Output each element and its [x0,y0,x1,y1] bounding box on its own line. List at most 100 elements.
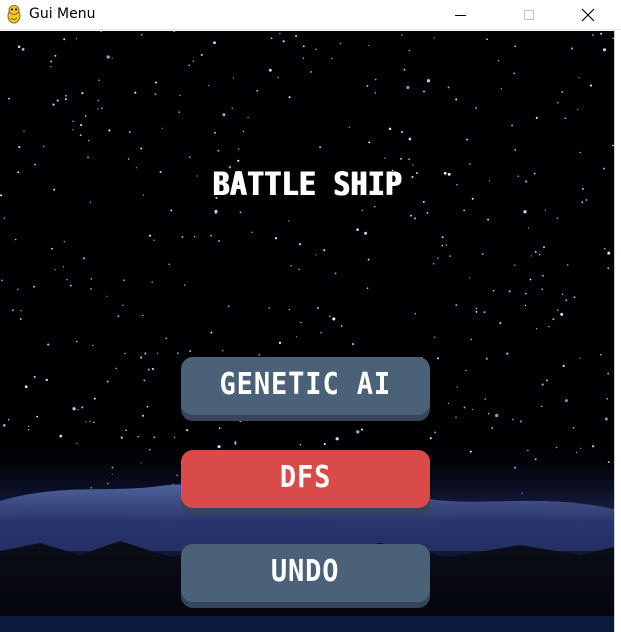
undo-label: UNDO [271,554,340,589]
star [465,138,468,141]
star [237,159,240,162]
star [495,413,499,418]
star [534,250,537,253]
minimize-button[interactable] [437,0,483,30]
star [335,437,339,441]
star [270,37,273,40]
star [147,368,150,371]
star [218,427,221,429]
star [222,349,224,352]
star [589,84,593,87]
star [101,107,103,109]
maximize-button[interactable] [506,0,552,30]
star [290,265,292,267]
star [186,429,189,432]
star [50,65,52,68]
star [134,91,137,94]
star [560,312,564,316]
dfs-button[interactable]: DFS [181,450,430,514]
star [310,71,312,73]
star [511,124,514,127]
star [499,322,502,324]
star [401,34,403,36]
star [179,94,181,96]
star [232,77,235,79]
star [189,350,192,353]
star [331,57,333,60]
star [143,379,146,382]
star [213,41,216,45]
star [538,253,541,256]
star [62,266,65,268]
star [433,37,435,39]
star [21,47,25,51]
star [356,228,359,231]
star [366,84,369,87]
star [151,367,154,371]
genetic-ai-button[interactable]: GENETIC AI [181,357,430,421]
star [170,209,173,212]
star [470,338,472,341]
star [600,32,603,35]
star [433,336,436,338]
star [348,126,351,128]
star [437,357,439,360]
star [340,325,343,327]
star [59,434,63,438]
star [581,201,584,204]
undo-button[interactable]: UNDO [181,544,430,608]
star [72,407,76,411]
star [487,412,490,415]
star [231,107,233,110]
star [360,428,364,431]
star [367,258,370,261]
star [426,212,429,214]
title-bar[interactable]: Gui Menu [0,0,621,30]
star [63,38,66,41]
star [295,336,298,338]
star [604,248,606,250]
star [542,274,544,277]
star [552,318,555,321]
star [140,34,143,36]
star [602,48,607,52]
star [445,244,448,246]
star [123,279,125,281]
star [144,352,147,355]
star [153,436,156,439]
star [299,243,302,246]
star [475,311,478,313]
star [527,227,530,229]
star [414,312,417,315]
star [519,420,522,423]
star [401,130,404,133]
star [115,367,117,370]
game-canvas[interactable]: BATTLE SHIP GENETIC AI DFS UNDO [0,31,614,632]
star [423,90,425,93]
star [54,54,57,57]
star [566,264,569,266]
star [500,88,503,90]
star [455,304,458,307]
star [11,309,14,312]
star [93,397,96,400]
star [410,214,412,217]
star [66,279,68,281]
star [332,317,336,321]
star [514,264,516,267]
star [17,171,20,174]
star [278,341,282,344]
star [227,305,230,308]
close-button[interactable] [565,0,611,30]
star [79,134,82,137]
star [434,431,437,434]
star [585,199,588,201]
star [506,352,509,355]
star [33,285,36,288]
star [217,445,221,449]
star [580,447,582,450]
star [108,129,111,132]
star [465,369,467,372]
star [88,139,90,142]
star [151,281,153,283]
